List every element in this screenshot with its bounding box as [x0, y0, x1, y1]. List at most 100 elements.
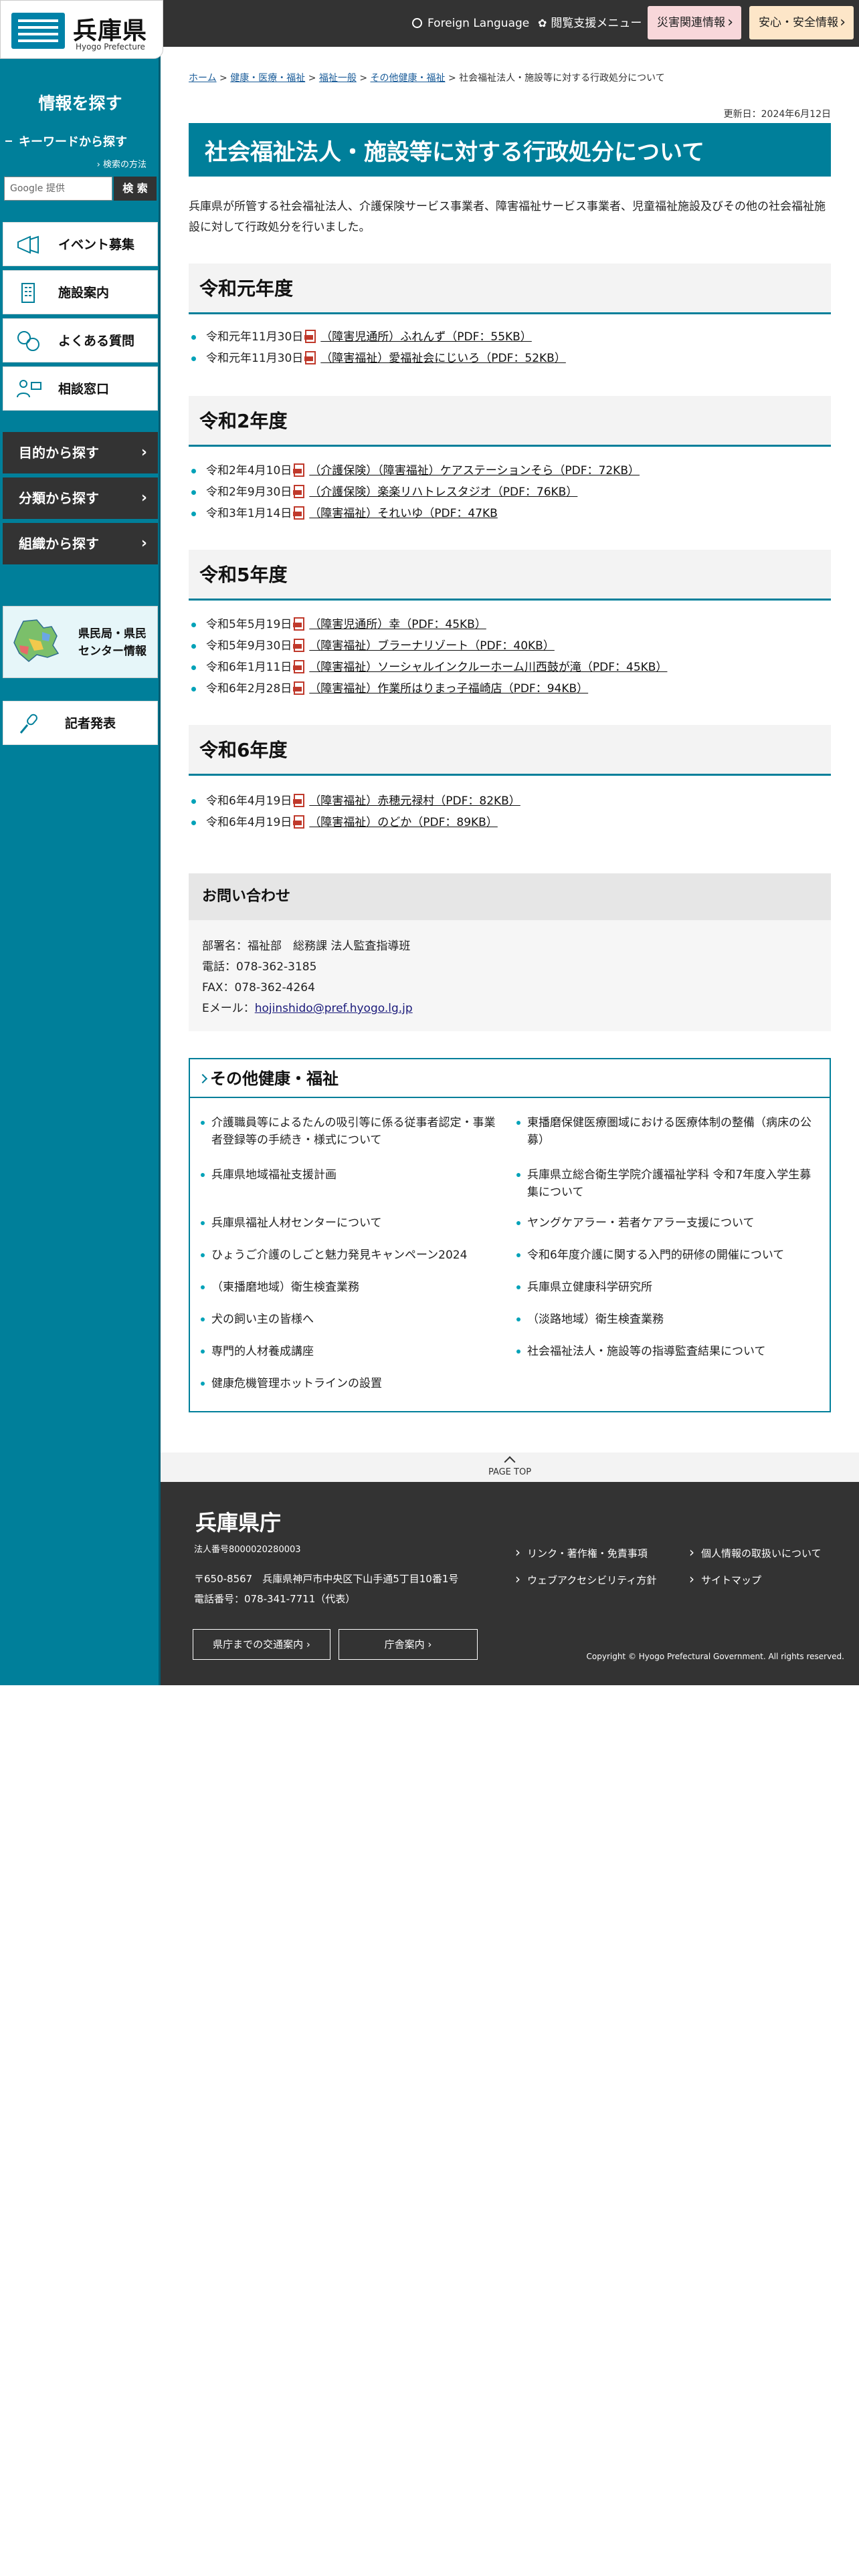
footer-link[interactable]: 個人情報の取扱いについて: [689, 1544, 822, 1560]
sidebar-item-label: 相談窓口: [58, 382, 110, 397]
footer-link[interactable]: リンク・著作権・免責事項: [515, 1544, 648, 1560]
sidebar-item-label: よくある質問: [58, 334, 135, 348]
sidebar-item-label: 施設案内: [58, 286, 110, 300]
contact-fax: FAX：078-362-4264: [202, 981, 315, 994]
page-top-button[interactable]: PAGE TOP: [161, 1453, 859, 1482]
related-link[interactable]: 専門的人材養成講座: [201, 1343, 498, 1360]
sidebar-dark-label: 組織から探す: [19, 536, 99, 552]
press-release-link[interactable]: 記者発表: [3, 701, 158, 745]
list-item: 令和元年11月30日 （障害児通所）ふれんず（PDF：55KB）: [189, 326, 831, 348]
doc-link[interactable]: （介護保険）（障害福祉）ケアステーションそら（PDF：72KB）: [309, 464, 640, 477]
pdf-icon: [293, 794, 305, 807]
related-link[interactable]: 兵庫県福祉人材センターについて: [201, 1214, 498, 1232]
list-item: 令和5年5月19日 （障害児通所）幸（PDF：45KB）: [189, 614, 831, 635]
sidebar-organization-search[interactable]: 組織から探す ›: [3, 523, 158, 564]
list-item: 令和6年4月19日 （障害福祉）のどか（PDF：89KB）: [189, 812, 831, 833]
site-logo[interactable]: 兵庫県 Hyogo Prefecture: [0, 0, 163, 59]
sidebar-item-faq[interactable]: よくある質問: [3, 318, 158, 362]
related-link[interactable]: ひょうご介護のしごと魅力発見キャンペーン2024: [201, 1247, 498, 1264]
safety-info-button[interactable]: 安心・安全情報 ›: [749, 6, 854, 39]
megaphone-icon: [17, 235, 39, 254]
contact-tel: 電話：078-362-3185: [202, 960, 317, 974]
related-link[interactable]: 犬の飼い主の皆様へ: [201, 1311, 498, 1328]
breadcrumb-home[interactable]: ホーム: [189, 73, 217, 84]
qa-icon: [17, 331, 39, 351]
microphone-icon: [19, 714, 37, 734]
search-button[interactable]: 検 索: [114, 177, 157, 201]
foreign-language-label: Foreign Language: [427, 17, 530, 30]
access-button[interactable]: 県庁までの交通案内 ›: [193, 1629, 330, 1660]
contact-email-row: Eメール：hojinshido@pref.hyogo.lg.jp: [202, 998, 818, 1019]
doc-link[interactable]: （介護保険）楽楽リハトレスタジオ（PDF：76KB）: [309, 486, 577, 499]
pdf-icon: [293, 617, 305, 631]
related-link[interactable]: 介護職員等によるたんの吸引等に係る従事者認定・事業者登録等の手続き・様式について: [201, 1114, 498, 1149]
gear-icon: ✿: [538, 17, 547, 29]
search-howto-link[interactable]: › 検索の方法: [97, 157, 147, 170]
footer-link[interactable]: サイトマップ: [689, 1571, 761, 1587]
related-link[interactable]: ヤングケアラー・若者ケアラー支援について: [516, 1214, 814, 1232]
breadcrumb-current: 社会福祉法人・施設等に対する行政処分について: [459, 73, 665, 84]
sidebar-item-facilities[interactable]: 施設案内: [3, 270, 158, 314]
logo-name: 兵庫県: [73, 17, 148, 45]
breadcrumb-other[interactable]: その他健康・福祉: [371, 73, 446, 84]
browse-support-label: 閲覧支援メニュー: [551, 17, 642, 30]
globe-icon: [412, 18, 422, 28]
related-link[interactable]: 兵庫県立総合衛生学院介護福祉学科 令和7年度入学生募集について: [516, 1166, 814, 1201]
pdf-icon: [293, 506, 305, 520]
doc-date: 令和3年1月14日: [206, 507, 292, 520]
page-title: 社会福祉法人・施設等に対する行政処分について: [189, 123, 831, 177]
browse-support-menu[interactable]: ✿ 閲覧支援メニュー: [538, 0, 642, 47]
building-guide-button[interactable]: 庁舎案内 ›: [339, 1629, 478, 1660]
doc-link[interactable]: （障害児通所）ふれんず（PDF：55KB）: [320, 330, 532, 344]
related-link[interactable]: （東播磨地域）衛生検査業務: [201, 1279, 498, 1296]
doc-link[interactable]: （障害児通所）幸（PDF：45KB）: [309, 618, 486, 631]
doc-link[interactable]: （障害福祉）のどか（PDF：89KB）: [309, 816, 498, 829]
doc-date: 令和5年5月19日: [206, 618, 292, 631]
press-release-label: 記者発表: [65, 716, 116, 731]
search-input[interactable]: Google 提供: [4, 177, 112, 201]
copyright: Copyright © Hyogo Prefectural Government…: [586, 1652, 845, 1661]
doc-date: 令和元年11月30日: [206, 352, 304, 365]
doc-link[interactable]: （障害福祉）赤穂元禄村（PDF：82KB）: [309, 794, 520, 808]
contact-heading: お問い合わせ: [189, 873, 831, 920]
contact-email-link[interactable]: hojinshido@pref.hyogo.lg.jp: [255, 1002, 413, 1015]
related-link[interactable]: 兵庫県立健康科学研究所: [516, 1279, 814, 1296]
related-link[interactable]: （淡路地域）衛生検査業務: [516, 1311, 814, 1328]
sidebar-item-consultation[interactable]: 相談窓口: [3, 366, 158, 411]
doc-link[interactable]: （障害福祉）ソーシャルインクルーホーム川西鼓が滝（PDF：45KB）: [309, 661, 667, 674]
chevron-right-icon: ›: [840, 14, 846, 31]
doc-link[interactable]: （障害福祉）作業所はりまっ子福崎店（PDF：94KB）: [309, 682, 588, 695]
related-link[interactable]: 令和6年度介護に関する入門的研修の開催について: [516, 1247, 814, 1264]
list-item: 令和2年9月30日 （介護保険）楽楽リハトレスタジオ（PDF：76KB）: [189, 481, 831, 503]
sidebar-dark-label: 目的から探す: [19, 445, 99, 461]
doc-link[interactable]: （障害福祉）ブラーナリゾート（PDF：40KB）: [309, 639, 555, 653]
doc-link[interactable]: （障害福祉）それいゆ（PDF：47KB: [309, 507, 498, 520]
breadcrumb-separator: >: [448, 73, 456, 84]
related-link[interactable]: 東播磨保健医療圏域における医療体制の整備（病床の公募）: [516, 1114, 814, 1149]
footer-name: 兵庫県庁: [195, 1510, 282, 1535]
updated-date: 更新日：2024年6月12日: [723, 109, 831, 120]
sidebar-category-search[interactable]: 分類から探す ›: [3, 477, 158, 519]
pdf-icon: [293, 639, 305, 652]
related-link[interactable]: 社会福祉法人・施設等の指導監査結果について: [516, 1343, 814, 1360]
sidebar-item-events[interactable]: イベント募集: [3, 222, 158, 266]
doc-link[interactable]: （障害福祉）愛福祉会にじいろ（PDF：52KB）: [320, 352, 566, 365]
sidebar: 兵庫県 Hyogo Prefecture 情報を探す キーワードから探す › 検…: [0, 0, 163, 1685]
regional-center-banner[interactable]: 県民局・県民 センター情報: [3, 606, 158, 678]
related-link[interactable]: 兵庫県地域福祉支援計画: [201, 1166, 498, 1184]
doc-date: 令和6年2月28日: [206, 682, 292, 695]
doc-date: 令和6年4月19日: [206, 816, 292, 829]
related-link[interactable]: 健康危機管理ホットラインの設置: [201, 1375, 498, 1392]
footer-link[interactable]: ウェブアクセシビリティ方針: [515, 1571, 656, 1587]
breadcrumb-welfare[interactable]: 福祉一般: [319, 73, 357, 84]
breadcrumb-separator: >: [308, 73, 316, 84]
breadcrumb: ホーム > 健康・医療・福祉 > 福祉一般 > その他健康・福祉 > 社会福祉法…: [189, 71, 665, 84]
pdf-icon: [293, 681, 305, 695]
breadcrumb-health[interactable]: 健康・医療・福祉: [230, 73, 305, 84]
disaster-info-button[interactable]: 災害関連情報 ›: [648, 6, 741, 39]
contact-box: お問い合わせ 部署名：福祉部 総務課 法人監査指導班 電話：078-362-31…: [189, 873, 831, 1031]
doc-date: 令和2年4月10日: [206, 464, 292, 477]
foreign-language-link[interactable]: Foreign Language: [412, 0, 529, 47]
sidebar-purpose-search[interactable]: 目的から探す ›: [3, 432, 158, 473]
pdf-icon: [293, 463, 305, 477]
